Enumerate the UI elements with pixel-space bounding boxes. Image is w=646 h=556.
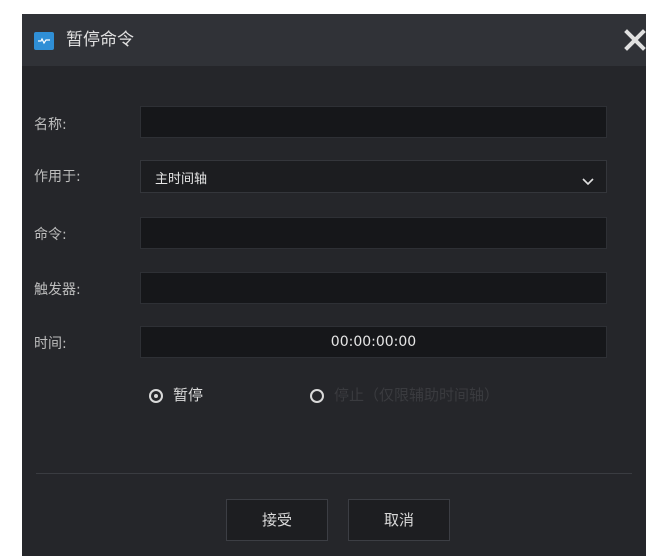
command-input[interactable] [141, 218, 606, 248]
radio-pause-label: 暂停 [173, 386, 204, 404]
command-label: 命令: [34, 227, 67, 243]
title-bar: 暂停命令 [22, 14, 646, 66]
trigger-label: 触发器: [34, 282, 81, 298]
close-icon[interactable] [618, 23, 646, 57]
pause-command-dialog: 暂停命令 名称: 作用于: 主时间轴 命令: 触发器: 时间: 00:00:00… [22, 14, 646, 556]
radio-unselected-icon [310, 389, 324, 403]
app-icon [34, 32, 54, 50]
radio-stop-label: 停止（仅限辅助时间轴） [334, 386, 500, 404]
command-field[interactable] [140, 217, 607, 249]
time-input[interactable] [141, 327, 606, 357]
trigger-field[interactable] [140, 272, 607, 304]
name-input[interactable] [141, 107, 606, 137]
chevron-down-icon [582, 171, 594, 190]
cancel-button[interactable]: 取消 [348, 499, 450, 541]
time-field[interactable] [140, 326, 607, 358]
name-field[interactable] [140, 106, 607, 138]
trigger-input[interactable] [141, 273, 606, 303]
radio-selected-icon [149, 389, 163, 403]
name-label: 名称: [34, 117, 67, 133]
dialog-title: 暂停命令 [66, 30, 134, 50]
apply-to-selected-value: 主时间轴 [155, 172, 208, 187]
accept-button[interactable]: 接受 [226, 499, 328, 541]
apply-to-label: 作用于: [34, 169, 81, 185]
footer-divider [36, 473, 632, 474]
apply-to-dropdown[interactable]: 主时间轴 [140, 160, 607, 193]
time-label: 时间: [34, 336, 67, 352]
